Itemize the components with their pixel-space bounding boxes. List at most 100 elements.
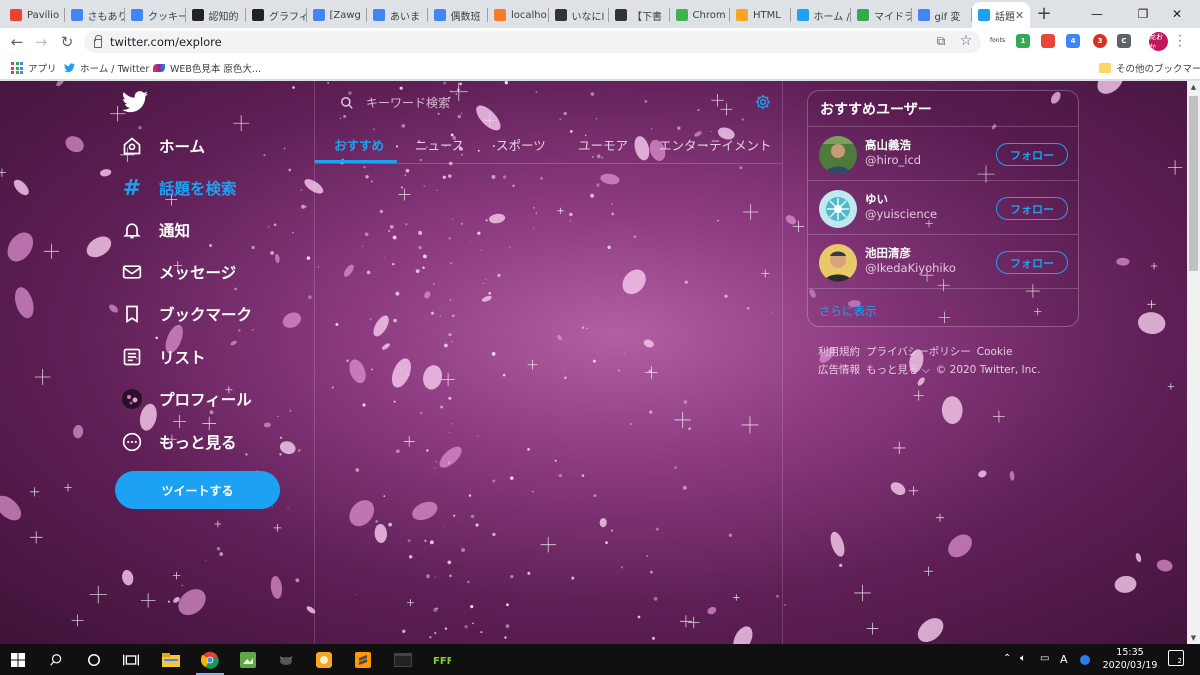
notification-center-icon[interactable]: 2 <box>1168 650 1184 666</box>
task-view-icon[interactable] <box>113 644 149 675</box>
app-icon[interactable] <box>268 644 304 675</box>
browser-tab[interactable]: いなにl <box>549 2 609 28</box>
tab-recommended[interactable]: おすすめ <box>334 135 384 154</box>
bookmark-star-icon[interactable]: ☆ <box>957 32 975 50</box>
minimize-window-button[interactable]: — <box>1074 0 1120 28</box>
tab-sports[interactable]: スポーツ <box>496 135 546 154</box>
search-box[interactable] <box>340 93 740 113</box>
back-button[interactable]: ← <box>7 32 27 52</box>
ftp-client-icon[interactable]: FFFTP <box>424 644 460 675</box>
tab-humor[interactable]: ユーモア <box>578 135 628 154</box>
nav-profile[interactable]: プロフィール <box>122 384 252 414</box>
twitter-logo-icon[interactable] <box>122 91 148 113</box>
footer-more-link[interactable]: もっと見る ⌵ <box>866 364 930 376</box>
panel-title: おすすめユーザー <box>820 102 932 118</box>
terms-link[interactable]: 利用規約 <box>818 346 860 358</box>
system-clock[interactable]: 15:35 2020/03/19 <box>1100 646 1160 672</box>
extension-badge-icon[interactable]: 1 <box>1016 34 1030 48</box>
extension-icon[interactable] <box>1041 34 1055 48</box>
scrollbar-thumb[interactable] <box>1189 96 1198 271</box>
bookmark-apps[interactable]: アプリ <box>11 59 57 77</box>
browser-tab[interactable]: Chrom <box>670 2 730 28</box>
user-row[interactable]: ゆい @yuiscience フォロー <box>808 181 1078 235</box>
browser-tab[interactable]: さもあり <box>65 2 126 28</box>
avatar[interactable] <box>819 190 857 228</box>
extension-badge-icon[interactable]: 3 <box>1093 34 1107 48</box>
chrome-menu-icon[interactable]: · · · <box>1178 30 1182 52</box>
profile-avatar[interactable]: 龙おか <box>1149 32 1168 51</box>
browser-tab[interactable]: 認知的 <box>186 2 246 28</box>
close-tab-icon[interactable]: ✕ <box>1015 9 1024 22</box>
close-window-button[interactable]: ✕ <box>1154 0 1200 28</box>
bookmark-twitter[interactable]: ホーム / Twitter <box>64 59 149 77</box>
tab-news[interactable]: ニュース <box>415 135 464 154</box>
user-row[interactable]: 池田清彦 @IkedaKiyohiko フォロー <box>808 235 1078 289</box>
page-scrollbar[interactable]: ▲ ▼ <box>1187 81 1200 644</box>
tab-title: さもあり <box>87 11 126 23</box>
address-bar[interactable]: twitter.com/explore <box>84 31 981 53</box>
browser-tab[interactable]: localho <box>488 2 549 28</box>
battery-icon[interactable]: ▭ <box>1040 653 1049 664</box>
browser-tab[interactable]: 偶数班 <box>428 2 488 28</box>
privacy-link[interactable]: プライバシーポリシー <box>866 346 971 358</box>
nav-label: リスト <box>159 349 206 367</box>
search-input[interactable] <box>366 96 666 110</box>
volume-icon[interactable]: 🔈︎ <box>1020 653 1026 664</box>
tab-entertainment[interactable]: エンターテイメント <box>659 135 772 154</box>
reload-button[interactable]: ↻ <box>57 32 77 52</box>
other-bookmarks[interactable]: その他のブックマーク <box>1099 59 1200 77</box>
nav-bookmarks[interactable]: ブックマーク <box>122 299 252 329</box>
scroll-up-icon[interactable]: ▲ <box>1189 83 1198 91</box>
ime-indicator[interactable]: A <box>1060 653 1068 666</box>
new-tab-button[interactable]: + <box>1034 3 1054 24</box>
browser-tab[interactable]: Pavilio <box>4 2 65 28</box>
share-icon[interactable]: ⧉ <box>932 32 950 50</box>
gear-icon[interactable] <box>754 93 772 111</box>
user-row[interactable]: 高山義浩 @hiro_icd フォロー <box>808 127 1078 181</box>
nav-messages[interactable]: メッセージ <box>122 257 236 287</box>
browser-tab[interactable]: 【下書 <box>609 2 670 28</box>
bookmark-web-colors[interactable]: WEB色見本 原色大... <box>153 59 261 77</box>
follow-button[interactable]: フォロー <box>996 197 1068 220</box>
nav-explore[interactable]: # 話題を検索 <box>122 173 237 203</box>
extension-c-icon[interactable]: C <box>1117 34 1131 48</box>
forward-button[interactable]: → <box>31 32 51 52</box>
nav-more[interactable]: もっと見る <box>122 427 237 457</box>
tweet-button[interactable]: ツイートする <box>115 471 280 509</box>
sublime-text-icon[interactable] <box>345 644 381 675</box>
tray-expand-icon[interactable]: ⌃ <box>1003 653 1011 664</box>
browser-tab[interactable]: [Zawg <box>307 2 367 28</box>
cortana-icon[interactable] <box>76 644 112 675</box>
avatar[interactable] <box>819 136 857 174</box>
browser-tab[interactable]: クッキー <box>125 2 186 28</box>
scroll-down-icon[interactable]: ▼ <box>1189 634 1198 642</box>
browser-tab[interactable]: gif 変 <box>912 2 972 28</box>
nav-home[interactable]: ホーム <box>122 131 205 161</box>
nav-notifications[interactable]: 通知 <box>122 215 190 245</box>
app-window-icon[interactable] <box>385 644 421 675</box>
image-editor-icon[interactable] <box>230 644 266 675</box>
browser-tab[interactable]: HTML <box>730 2 791 28</box>
browser-tab[interactable]: マイドラ <box>851 2 912 28</box>
show-more-link[interactable]: さらに表示 <box>819 303 877 319</box>
browser-tab[interactable]: 話題 ✕ <box>972 2 1030 28</box>
nav-label: プロフィール <box>159 391 252 409</box>
nav-lists[interactable]: リスト <box>122 342 206 372</box>
ads-info-link[interactable]: 広告情報 <box>818 364 860 376</box>
chrome-icon[interactable] <box>192 644 228 675</box>
follow-button[interactable]: フォロー <box>996 251 1068 274</box>
file-explorer-icon[interactable] <box>153 644 189 675</box>
browser-tab[interactable]: グラフィ <box>246 2 307 28</box>
follow-button[interactable]: フォロー <box>996 143 1068 166</box>
onedrive-icon[interactable] <box>1080 655 1090 665</box>
divider <box>808 288 1078 289</box>
extension-badge-icon[interactable]: 4 <box>1066 34 1080 48</box>
fonts-extension-icon[interactable]: fonts <box>990 37 1005 44</box>
windows-start-icon[interactable] <box>0 644 36 675</box>
browser-tab[interactable]: ホーム / <box>791 2 851 28</box>
app-icon[interactable] <box>306 644 342 675</box>
search-icon[interactable] <box>38 644 74 675</box>
cookie-link[interactable]: Cookie <box>977 346 1013 358</box>
avatar[interactable] <box>819 244 857 282</box>
browser-tab[interactable]: あいま <box>367 2 428 28</box>
